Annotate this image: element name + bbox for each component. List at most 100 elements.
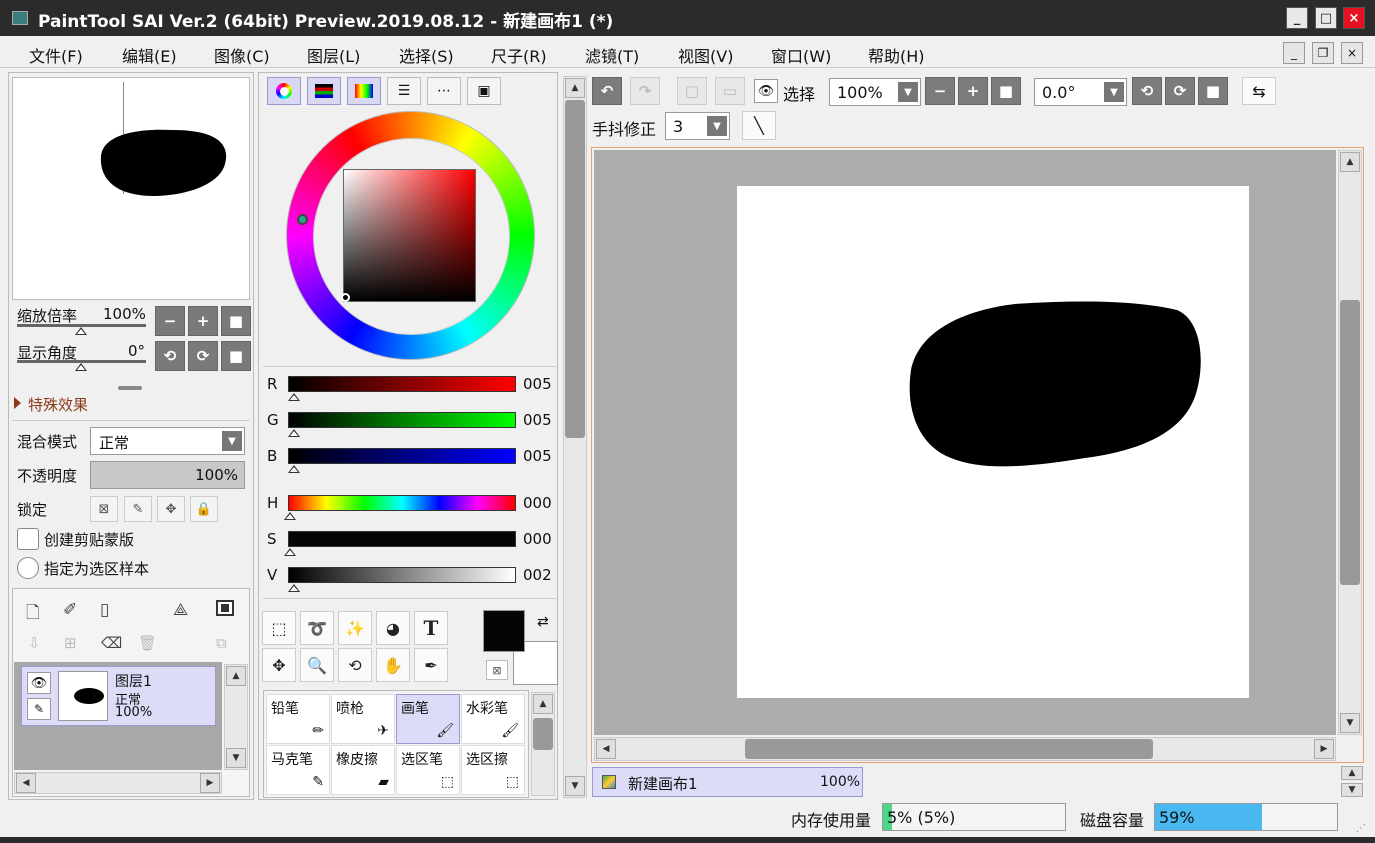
tab-scroll-down-icon[interactable]: ▼ — [1341, 783, 1363, 797]
close-button[interactable]: × — [1343, 7, 1365, 29]
mask-icon[interactable] — [216, 600, 234, 616]
new-layer-icon[interactable]: 🗋 — [26, 600, 40, 629]
canvas-vscroll-thumb[interactable] — [1340, 300, 1360, 585]
scroll-up-icon[interactable]: ▲ — [1340, 152, 1360, 172]
v-slider[interactable] — [288, 567, 516, 583]
layer-row[interactable]: 👁 ✎ 图层1 正常 100% — [21, 666, 216, 726]
new-folder-icon[interactable]: ▯ — [100, 600, 109, 620]
scroll-down-icon[interactable]: ▼ — [565, 776, 585, 796]
pencil-icon[interactable]: ✎ — [27, 698, 51, 720]
swap-colors-icon[interactable]: ⇄ — [537, 614, 549, 630]
canvas-hscroll-thumb[interactable] — [745, 739, 1153, 759]
zoom-out-button[interactable]: − — [155, 306, 185, 336]
undo-button[interactable]: ↶ — [592, 77, 622, 105]
scroll-up-icon[interactable]: ▲ — [226, 666, 246, 686]
menu-filter[interactable]: 滤镜(T) — [585, 43, 639, 67]
menu-image[interactable]: 图像(C) — [214, 43, 270, 67]
v-value[interactable]: 002 — [523, 566, 552, 584]
canvas-rotate-right-button[interactable]: ⟳ — [1165, 77, 1195, 105]
zoom-in-button[interactable]: + — [188, 306, 218, 336]
menu-ruler[interactable]: 尺子(R) — [491, 43, 547, 67]
opacity-slider[interactable]: 100% — [90, 461, 245, 489]
rgb-sliders-tab[interactable] — [307, 77, 341, 105]
palette-list-tab[interactable]: ☰ — [387, 77, 421, 105]
rotate-icon[interactable]: ⟲ — [338, 648, 372, 682]
primary-color-swatch[interactable] — [483, 610, 525, 652]
scratchpad-tab[interactable]: ▣ — [467, 77, 501, 105]
resize-grip-icon[interactable]: ⋰ — [1356, 823, 1366, 834]
sv-marker[interactable] — [341, 293, 350, 302]
scroll-up-icon[interactable]: ▲ — [565, 78, 585, 98]
blend-mode-select[interactable]: 正常 ▼ — [90, 427, 245, 455]
canvas-zoom-reset-button[interactable]: ■ — [991, 77, 1021, 105]
menu-file[interactable]: 文件(F) — [29, 43, 83, 67]
b-slider-handle[interactable] — [288, 465, 300, 473]
doc-close-button[interactable]: × — [1341, 42, 1363, 64]
canvas-zoom-in-button[interactable]: + — [958, 77, 988, 105]
scroll-right-icon[interactable]: ▶ — [1314, 739, 1334, 759]
lock-paint-icon[interactable]: ✎ — [124, 496, 152, 522]
lock-all-icon[interactable]: 🔒 — [190, 496, 218, 522]
scroll-left-icon[interactable]: ◀ — [16, 773, 36, 793]
brush-scroll-thumb[interactable] — [533, 718, 553, 750]
brush-pencil[interactable]: 铅笔 ✏ — [266, 694, 330, 744]
canvas-paper[interactable] — [737, 186, 1249, 698]
lock-transparency-icon[interactable]: ⊠ — [90, 496, 118, 522]
maximize-button[interactable]: □ — [1315, 7, 1337, 29]
g-slider[interactable] — [288, 412, 516, 428]
canvas-zoom-out-button[interactable]: − — [925, 77, 955, 105]
text-tool-icon[interactable]: T — [414, 611, 448, 645]
zoom-slider-handle[interactable] — [75, 327, 87, 335]
doc-minimize-button[interactable]: _ — [1283, 42, 1305, 64]
new-linework-icon[interactable]: ✐ — [63, 600, 77, 620]
brush-airbrush[interactable]: 喷枪 ✈ — [331, 694, 395, 744]
zoom-icon[interactable]: 🔍 — [300, 648, 334, 682]
eyedropper-icon[interactable]: ✒ — [414, 648, 448, 682]
color-wheel-tab[interactable] — [267, 77, 301, 105]
rotate-reset-button[interactable]: ■ — [221, 341, 251, 371]
move-icon[interactable]: ✥ — [262, 648, 296, 682]
lasso-icon[interactable]: ➰ — [300, 611, 334, 645]
rect-select-icon[interactable]: ⬚ — [262, 611, 296, 645]
brush-watercolor[interactable]: 水彩笔 🖌 — [461, 694, 525, 744]
tab-scroll-up-icon[interactable]: ▲ — [1341, 766, 1363, 780]
sv-square[interactable] — [343, 169, 476, 302]
b-slider[interactable] — [288, 448, 516, 464]
clear-layer-icon[interactable]: ⌫ — [101, 634, 122, 652]
canvas-rotate-reset-button[interactable]: ■ — [1198, 77, 1228, 105]
r-slider-handle[interactable] — [288, 393, 300, 401]
rotate-right-button[interactable]: ⟳ — [188, 341, 218, 371]
eye-icon[interactable]: 👁 — [27, 672, 51, 694]
scroll-down-icon[interactable]: ▼ — [226, 748, 246, 768]
r-slider[interactable] — [288, 376, 516, 392]
menu-edit[interactable]: 编辑(E) — [122, 43, 177, 67]
hue-marker[interactable] — [297, 214, 308, 225]
brush-brush[interactable]: 画笔 🖌 — [396, 694, 460, 744]
layer-hscrollbar[interactable] — [14, 772, 222, 794]
zoom-select[interactable]: 100% ▼ — [829, 78, 921, 106]
minimize-button[interactable]: _ — [1286, 7, 1308, 29]
h-value[interactable]: 000 — [523, 494, 552, 512]
r-value[interactable]: 005 — [523, 375, 552, 393]
canvas-rotate-left-button[interactable]: ⟲ — [1132, 77, 1162, 105]
g-slider-handle[interactable] — [288, 429, 300, 437]
h-slider-handle[interactable] — [284, 512, 296, 520]
layer-effects-icon[interactable]: ⟁ — [173, 600, 188, 620]
document-tab[interactable]: 新建画布1 100% — [592, 767, 863, 797]
effects-label[interactable]: 特殊效果 — [28, 394, 88, 415]
brush-eraser[interactable]: 橡皮擦 ▰ — [331, 745, 395, 795]
stabilizer-select[interactable]: 3 ▼ — [665, 112, 730, 140]
menu-layer[interactable]: 图层(L) — [307, 43, 360, 67]
s-slider[interactable] — [288, 531, 516, 547]
eye-icon[interactable]: 👁 — [754, 79, 778, 103]
menu-view[interactable]: 视图(V) — [678, 43, 733, 67]
panel-scroll-thumb[interactable] — [565, 100, 585, 438]
scroll-down-icon[interactable]: ▼ — [1340, 713, 1360, 733]
doc-restore-button[interactable]: ❐ — [1312, 42, 1334, 64]
menu-help[interactable]: 帮助(H) — [868, 43, 925, 67]
zoom-reset-button[interactable]: ■ — [221, 306, 251, 336]
lock-move-icon[interactable]: ✥ — [157, 496, 185, 522]
menu-select[interactable]: 选择(S) — [399, 43, 454, 67]
transparent-color-icon[interactable]: ⊠ — [486, 660, 508, 680]
hand-icon[interactable]: ✋ — [376, 648, 410, 682]
